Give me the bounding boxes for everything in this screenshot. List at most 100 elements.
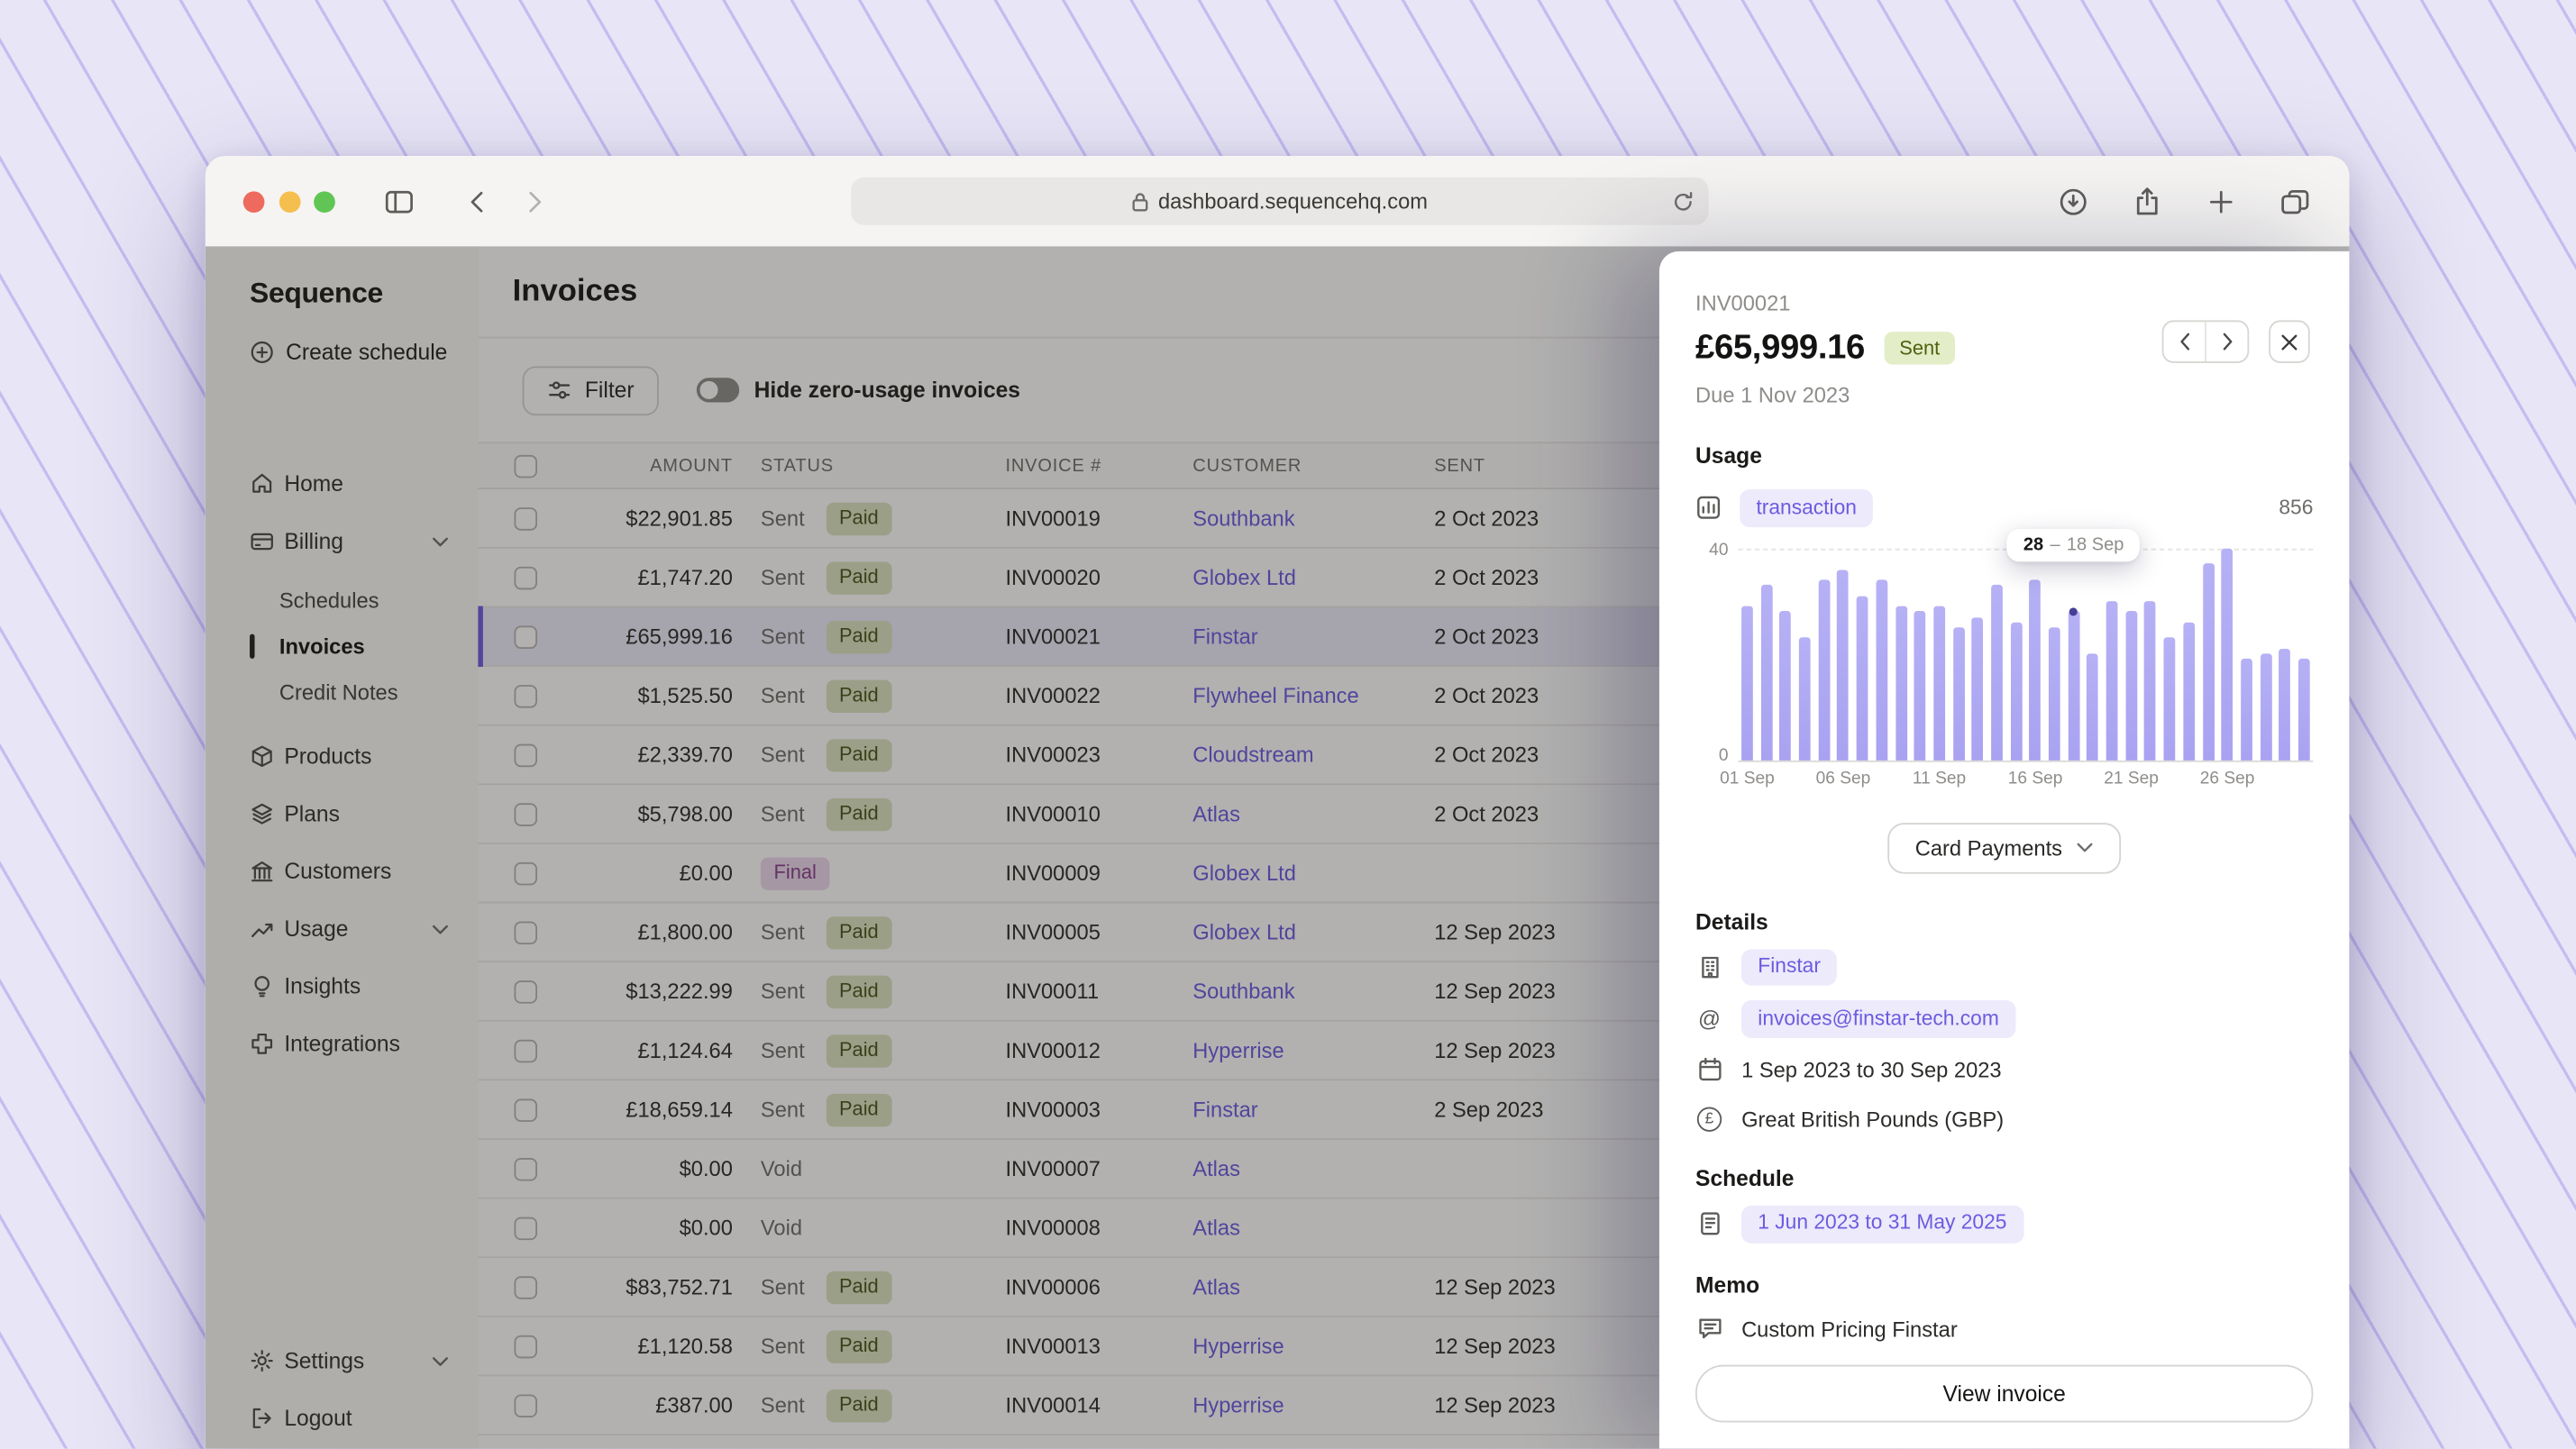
usage-bar-21[interactable]: [2125, 611, 2137, 761]
tooltip-value: 28: [2023, 534, 2044, 555]
usage-bar-24[interactable]: [2183, 622, 2195, 761]
x-tick-label: 06 Sep: [1815, 768, 1871, 788]
close-panel-button[interactable]: [2269, 320, 2310, 363]
usage-bar-6[interactable]: [1837, 569, 1850, 761]
invoice-pager: [2161, 320, 2250, 363]
invoice-detail-panel: INV00021 £65,999.16 Sent Due 1 Nov 2023: [1658, 251, 2350, 1449]
usage-bar-9[interactable]: [1895, 606, 1907, 761]
detail-row-currency: £ Great British Pounds (GBP): [1695, 1102, 2313, 1136]
usage-bar-11[interactable]: [1933, 606, 1945, 761]
app-content: Sequence Create schedule Home Billing Sche…: [205, 246, 2350, 1449]
x-tick-label: 16 Sep: [2007, 768, 2063, 788]
usage-chart-xticks: 01 Sep 06 Sep 11 Sep 16 Sep 21 Sep 26 Sep: [1720, 768, 2313, 791]
usage-bar-4[interactable]: [1798, 638, 1811, 761]
metric-tag[interactable]: transaction: [1740, 489, 1874, 527]
x-tick-label: 26 Sep: [2199, 768, 2255, 788]
usage-bar-28[interactable]: [2260, 653, 2272, 761]
tooltip-separator: –: [2050, 534, 2060, 555]
usage-bar-16[interactable]: [2029, 579, 2042, 761]
detail-row-billing-period: 1 Sep 2023 to 30 Sep 2023: [1695, 1053, 2313, 1087]
share-icon[interactable]: [2135, 187, 2160, 216]
due-date: Due 1 Nov 2023: [1695, 382, 1850, 408]
usage-bar-20[interactable]: [2106, 600, 2118, 761]
y-axis-min: 0: [1718, 744, 1729, 765]
chevron-right-icon: [2220, 332, 2233, 351]
usage-bar-12[interactable]: [1952, 627, 1965, 761]
memo-icon: [1695, 1316, 1723, 1342]
tooltip-date: 18 Sep: [2066, 534, 2124, 555]
usage-bar-1[interactable]: [1741, 606, 1753, 761]
schedule-range-tag[interactable]: 1 Jun 2023 to 31 May 2025: [1741, 1205, 2023, 1243]
detail-row-email: @ invoices@finstar-tech.com: [1695, 1000, 2313, 1038]
usage-chart-bars: [1738, 548, 2313, 761]
close-window-button[interactable]: [242, 190, 265, 213]
new-tab-icon[interactable]: [2209, 189, 2233, 214]
invoice-amount: £65,999.16: [1695, 328, 1865, 367]
details-section-title: Details: [1695, 909, 1768, 934]
zoom-window-button[interactable]: [314, 190, 335, 213]
prev-invoice-button[interactable]: [2164, 322, 2206, 361]
bar-chart-icon: [1695, 495, 1722, 521]
url-bar[interactable]: dashboard.sequencehq.com: [851, 177, 1709, 225]
next-invoice-button[interactable]: [2205, 322, 2247, 361]
x-tick-label: 11 Sep: [1912, 768, 1967, 788]
y-axis-max: 40: [1709, 539, 1729, 560]
back-icon[interactable]: [469, 190, 483, 214]
usage-bar-14[interactable]: [1991, 585, 2003, 761]
forward-icon[interactable]: [528, 190, 543, 214]
usage-metric-row: transaction 856: [1695, 489, 2314, 527]
lock-icon: [1132, 191, 1148, 211]
memo-text: Custom Pricing Finstar: [1741, 1316, 1958, 1342]
view-invoice-button[interactable]: View invoice: [1695, 1364, 2314, 1423]
usage-bar-27[interactable]: [2240, 659, 2252, 761]
browser-titlebar: dashboard.sequencehq.com: [205, 156, 2350, 249]
chart-tooltip: 28 – 18 Sep: [2006, 528, 2141, 561]
sidebar-toggle-icon[interactable]: [385, 189, 413, 214]
usage-bar-15[interactable]: [2010, 622, 2023, 761]
billing-period: 1 Sep 2023 to 30 Sep 2023: [1741, 1057, 2002, 1082]
usage-bar-2[interactable]: [1760, 585, 1773, 761]
detail-row-customer: Finstar: [1695, 948, 2313, 987]
currency: Great British Pounds (GBP): [1741, 1107, 2005, 1132]
usage-bar-10[interactable]: [1914, 611, 1926, 761]
dropdown-value: Card Payments: [1914, 835, 2063, 861]
usage-bar-3[interactable]: [1779, 611, 1792, 761]
payment-type-dropdown[interactable]: Card Payments: [1887, 822, 2122, 873]
close-icon: [2280, 333, 2298, 351]
schedule-section-title: Schedule: [1695, 1165, 1795, 1191]
chevron-down-icon: [2077, 843, 2094, 852]
x-tick-label: 21 Sep: [2104, 768, 2159, 788]
usage-bar-8[interactable]: [1876, 579, 1887, 761]
usage-bar-30[interactable]: [2297, 659, 2310, 761]
usage-bar-25[interactable]: [2202, 563, 2215, 761]
usage-total: 856: [2279, 497, 2314, 520]
minimize-window-button[interactable]: [278, 190, 300, 213]
usage-bar-19[interactable]: [2087, 653, 2099, 761]
status-badge: Sent: [1884, 332, 1955, 365]
url-text: dashboard.sequencehq.com: [1157, 188, 1428, 214]
currency-pound-icon: £: [1695, 1107, 1723, 1132]
usage-section-title: Usage: [1695, 443, 1762, 469]
calendar-icon: [1695, 1057, 1723, 1083]
usage-chart: 40 0 28 – 18 Sep 01 Sep 06 Sep 11 Sep 16 Se…: [1695, 528, 2314, 794]
usage-bar-18[interactable]: [2068, 611, 2079, 761]
window-controls: [242, 190, 335, 213]
schedule-doc-icon: [1695, 1211, 1723, 1237]
usage-bar-26[interactable]: [2221, 548, 2233, 761]
usage-bar-22[interactable]: [2144, 600, 2157, 761]
usage-bar-5[interactable]: [1818, 579, 1831, 761]
email-tag[interactable]: invoices@finstar-tech.com: [1741, 1000, 2016, 1038]
usage-chart-plot: 28 – 18 Sep: [1738, 528, 2314, 762]
usage-bar-13[interactable]: [1971, 616, 1984, 761]
tab-overview-icon[interactable]: [2281, 189, 2309, 214]
usage-bar-7[interactable]: [1856, 596, 1868, 761]
screenshot-stage: dashboard.sequencehq.com Sequence Create…: [0, 0, 2576, 1449]
building-icon: [1695, 954, 1723, 980]
usage-bar-17[interactable]: [2048, 627, 2060, 761]
usage-bar-29[interactable]: [2279, 648, 2291, 761]
memo-section-title: Memo: [1695, 1271, 1760, 1298]
customer-tag[interactable]: Finstar: [1741, 948, 1838, 987]
download-icon[interactable]: [2059, 187, 2088, 216]
reload-icon[interactable]: [1673, 190, 1694, 212]
usage-bar-23[interactable]: [2163, 638, 2176, 761]
